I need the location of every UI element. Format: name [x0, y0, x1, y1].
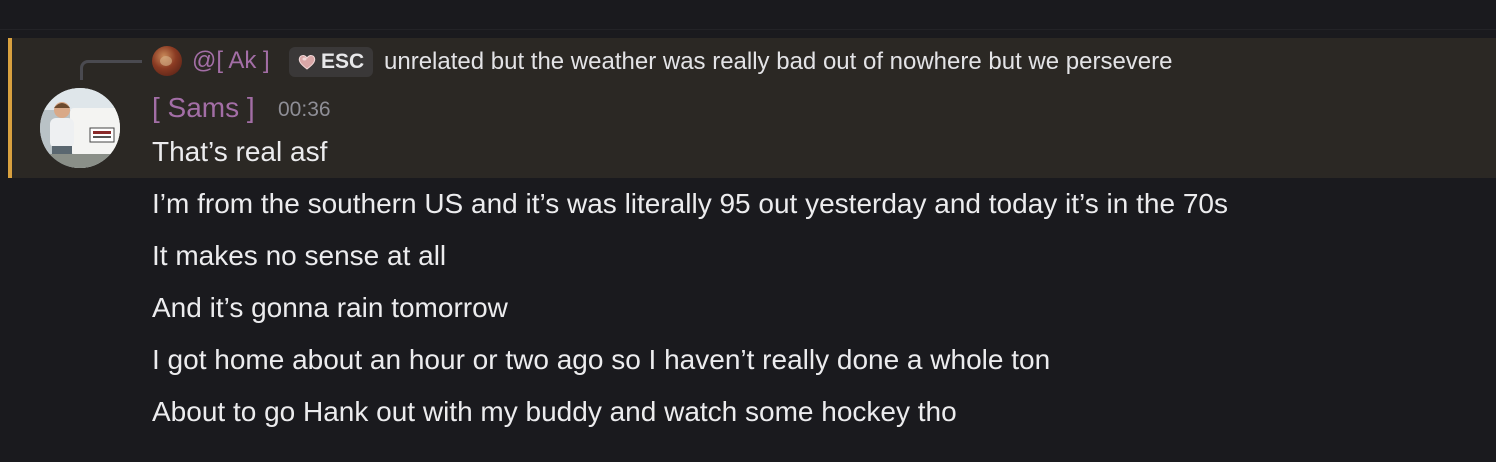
- message-line: That’s real asf: [152, 136, 328, 167]
- message-line: About to go Hank out with my buddy and w…: [152, 396, 957, 427]
- chat-container: @[ Ak ] ESC unrelated but the weather wa…: [0, 0, 1496, 462]
- highlight-bar: [8, 38, 12, 178]
- reply-avatar[interactable]: [152, 46, 182, 76]
- reply-connector: [80, 60, 142, 80]
- message-line: I’m from the southern US and it’s was li…: [152, 188, 1228, 219]
- reply-preview-text[interactable]: unrelated but the weather was really bad…: [384, 46, 1172, 78]
- message-timestamp[interactable]: 00:36: [278, 96, 331, 124]
- avatar[interactable]: [40, 88, 120, 168]
- reply-tag-badge[interactable]: ESC: [289, 47, 373, 77]
- message-line: And it’s gonna rain tomorrow: [152, 292, 508, 323]
- reply-author[interactable]: @[ Ak ]: [192, 46, 270, 76]
- reply-tag-label: ESC: [321, 50, 365, 73]
- message-line: I got home about an hour or two ago so I…: [152, 344, 1051, 375]
- divider: [0, 29, 1496, 30]
- message-line: It makes no sense at all: [152, 240, 447, 271]
- heart-icon: [297, 52, 317, 72]
- message-author[interactable]: [ Sams ]: [152, 90, 255, 126]
